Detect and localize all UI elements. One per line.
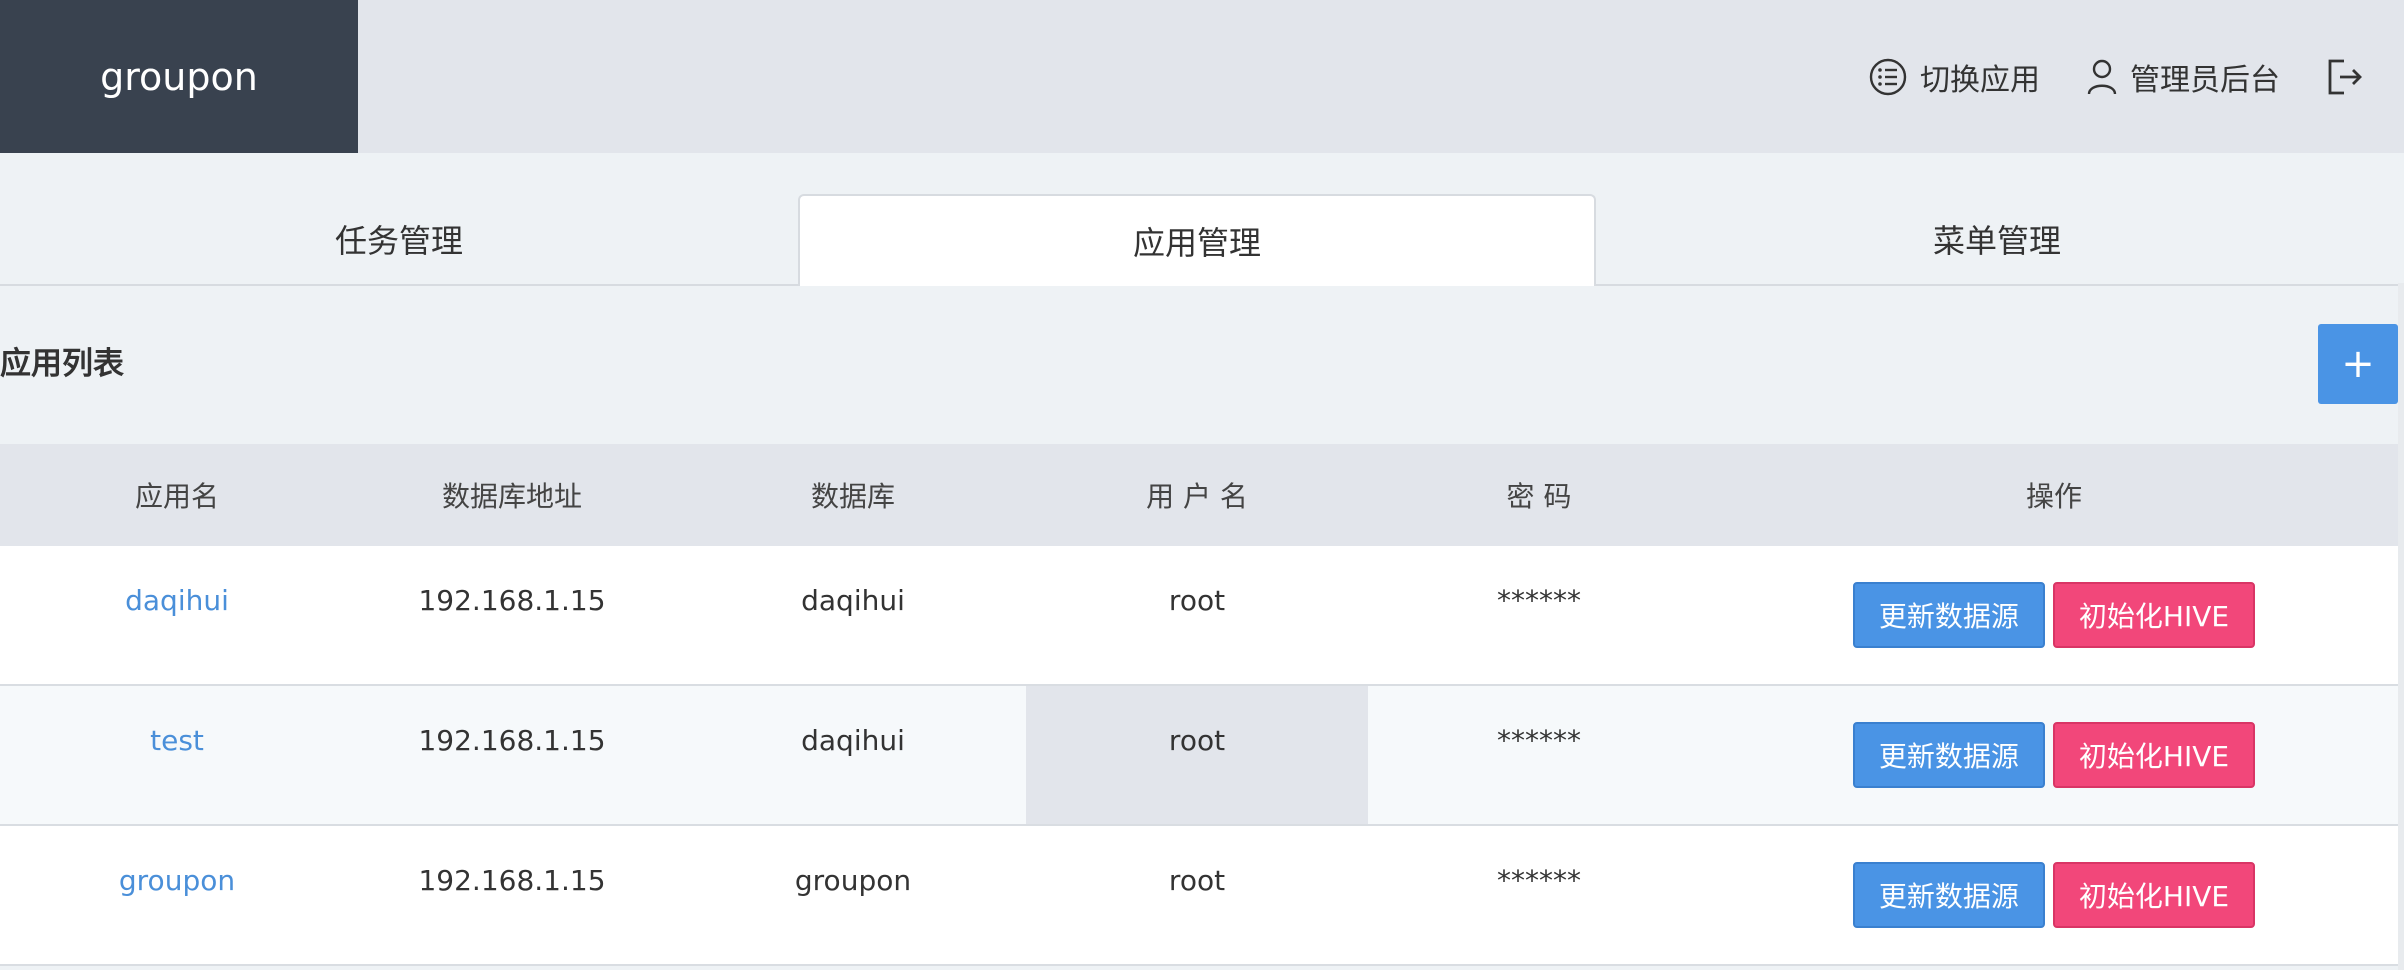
tab-app-management[interactable]: 应用管理: [798, 194, 1596, 286]
row-actions: 更新数据源 初始化HIVE: [1852, 582, 2256, 648]
top-bar: 切换应用 管理员后台: [358, 0, 2404, 153]
app-table: 应用名 数据库地址 数据库 用 户 名 密 码 操作 daqihui 192.1…: [0, 444, 2398, 966]
update-datasource-button[interactable]: 更新数据源: [1852, 862, 2045, 928]
username-cell: root: [1026, 686, 1368, 824]
app-name-link[interactable]: test: [150, 724, 204, 757]
row-actions: 更新数据源 初始化HIVE: [1852, 862, 2256, 928]
column-header-actions: 操作: [2025, 480, 2082, 513]
vertical-scrollbar[interactable]: [2398, 283, 2404, 970]
admin-console-label: 管理员后台: [2130, 62, 2280, 98]
tab-label: 应用管理: [1132, 224, 1261, 262]
init-hive-button[interactable]: 初始化HIVE: [2052, 722, 2256, 788]
tab-bar: 任务管理 应用管理 菜单管理: [0, 194, 2398, 286]
tab-label: 菜单管理: [1932, 222, 2061, 260]
column-header-db-address: 数据库地址: [441, 480, 582, 513]
db-address-cell: 192.168.1.15: [418, 724, 606, 757]
tab-label: 任务管理: [334, 222, 463, 260]
app-name-cell: daqihui: [0, 546, 354, 684]
actions-cell: 更新数据源 初始化HIVE: [1710, 826, 2398, 964]
actions-cell: 更新数据源 初始化HIVE: [1710, 546, 2398, 684]
tab-task-management[interactable]: 任务管理: [0, 194, 798, 284]
app-name-cell: groupon: [0, 826, 354, 964]
table-row: groupon 192.168.1.15 groupon root ******…: [0, 826, 2398, 966]
table-row: test 192.168.1.15 daqihui root ****** 更新…: [0, 686, 2398, 826]
username-cell: root: [1168, 584, 1226, 617]
brand-logo[interactable]: groupon: [0, 0, 358, 153]
app-name-link[interactable]: groupon: [119, 864, 235, 897]
admin-console-button[interactable]: 管理员后台: [2086, 55, 2280, 99]
update-datasource-button[interactable]: 更新数据源: [1852, 722, 2045, 788]
row-actions: 更新数据源 初始化HIVE: [1852, 722, 2256, 788]
table-header: 应用名 数据库地址 数据库 用 户 名 密 码 操作: [0, 444, 2398, 546]
app-name-cell: test: [0, 686, 354, 824]
table-row: daqihui 192.168.1.15 daqihui root ******…: [0, 546, 2398, 686]
logout-button[interactable]: [2326, 57, 2364, 97]
top-actions: 切换应用 管理员后台: [1868, 0, 2364, 153]
database-cell: groupon: [794, 864, 912, 897]
column-header-username: 用 户 名: [1146, 480, 1248, 513]
plus-icon: +: [2341, 341, 2375, 387]
column-header-database: 数据库: [810, 480, 895, 513]
username-cell: root: [1168, 864, 1226, 897]
section-title: 应用列表: [0, 346, 124, 382]
logout-icon: [2326, 57, 2364, 97]
switch-app-label: 切换应用: [1920, 62, 2040, 98]
tab-menu-management[interactable]: 菜单管理: [1598, 194, 2396, 284]
password-cell: ******: [1497, 724, 1581, 757]
db-address-cell: 192.168.1.15: [418, 864, 606, 897]
app-name-link[interactable]: daqihui: [125, 584, 229, 617]
actions-cell: 更新数据源 初始化HIVE: [1710, 686, 2398, 824]
init-hive-button[interactable]: 初始化HIVE: [2052, 582, 2256, 648]
brand-name: groupon: [100, 54, 258, 99]
database-cell: daqihui: [801, 584, 905, 617]
user-icon: [2086, 57, 2118, 97]
switch-app-button[interactable]: 切换应用: [1868, 55, 2040, 99]
database-cell: daqihui: [801, 724, 905, 757]
password-cell: ******: [1497, 584, 1581, 617]
init-hive-button[interactable]: 初始化HIVE: [2052, 862, 2256, 928]
db-address-cell: 192.168.1.15: [418, 584, 606, 617]
password-cell: ******: [1497, 864, 1581, 897]
switch-app-icon: [1868, 57, 1908, 97]
add-app-button[interactable]: +: [2318, 324, 2398, 404]
column-header-password: 密 码: [1506, 480, 1572, 513]
update-datasource-button[interactable]: 更新数据源: [1852, 582, 2045, 648]
column-header-app: 应用名: [134, 480, 219, 513]
